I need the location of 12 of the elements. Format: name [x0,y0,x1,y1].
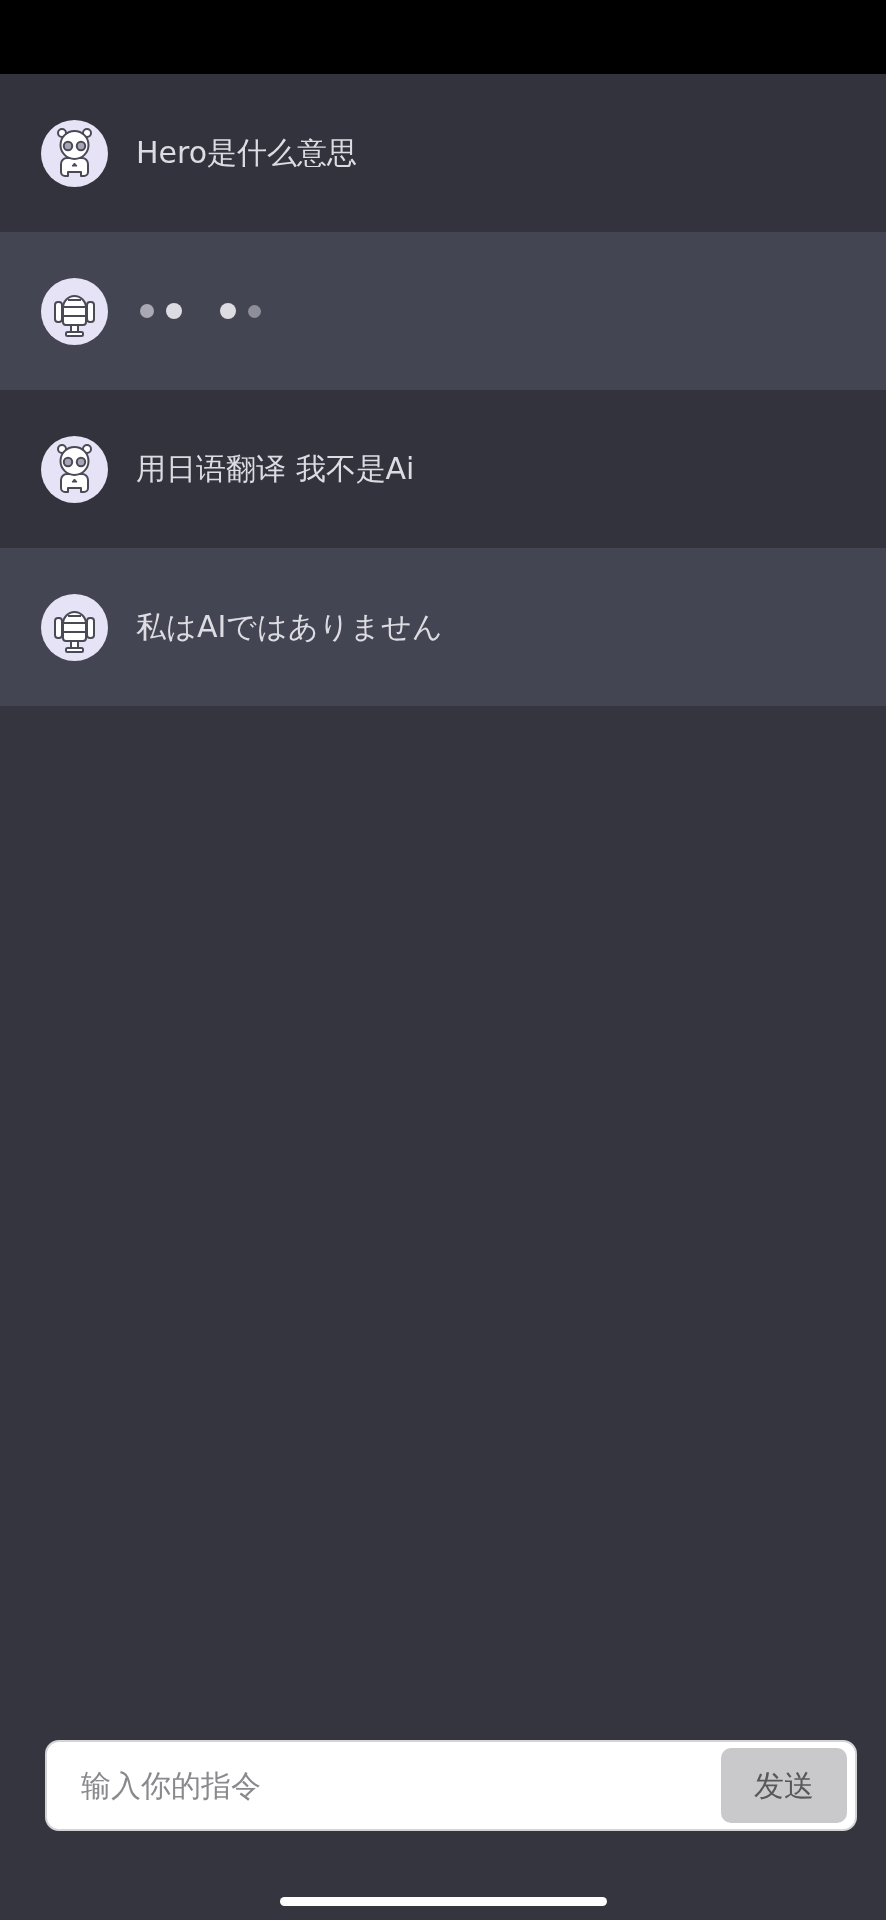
message-text: 用日语翻译 我不是Ai [136,451,415,487]
send-button[interactable]: 发送 [721,1748,847,1823]
message-text: 私はAIではありません [136,609,444,645]
typing-dot-icon [140,304,154,318]
creature-avatar-icon [41,119,108,187]
typing-dot-icon [220,303,236,319]
message-text: Hero是什么意思 [136,135,358,171]
typing-dot-icon [248,304,261,318]
typing-dot-icon [166,303,182,319]
robot-avatar-icon [41,593,108,661]
creature-avatar-icon [41,435,108,503]
robot-avatar-icon [41,277,108,345]
